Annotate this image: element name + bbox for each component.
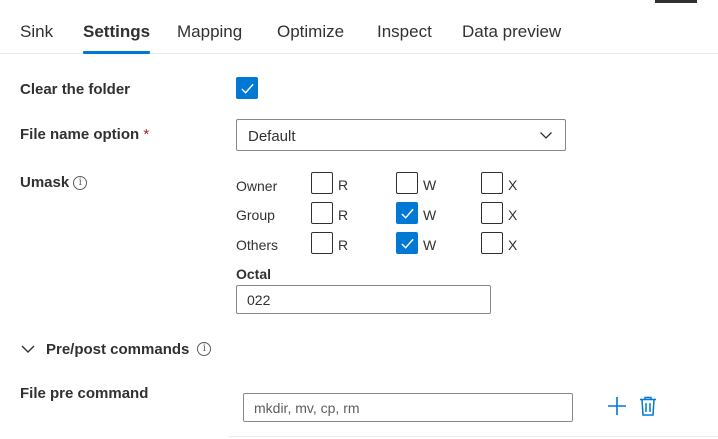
trash-icon[interactable]: [636, 394, 660, 418]
octal-label: Octal: [236, 266, 272, 282]
group-read-letter: R: [338, 207, 349, 223]
chevron-down-icon: [21, 345, 35, 353]
group-write-checkbox[interactable]: [396, 202, 418, 224]
umask-row-owner-label: Owner: [236, 178, 278, 194]
file-name-option-text: File name option: [20, 126, 140, 143]
others-execute-letter: X: [508, 237, 518, 253]
others-read-letter: R: [338, 237, 349, 253]
tab-data-preview[interactable]: Data preview: [462, 22, 561, 42]
octal-input[interactable]: [236, 285, 491, 314]
owner-read-checkbox[interactable]: [311, 172, 333, 194]
owner-write-letter: W: [423, 177, 437, 193]
tab-bar: Sink Settings Mapping Optimize Inspect D…: [0, 0, 718, 54]
file-name-option-label: File name option *: [20, 126, 149, 143]
file-name-option-value: Default: [248, 128, 296, 145]
pre-post-commands-toggle[interactable]: Pre/post commands i: [20, 339, 212, 359]
others-execute-checkbox[interactable]: [481, 232, 503, 254]
group-execute-letter: X: [508, 207, 518, 223]
chevron-down-icon: [540, 132, 552, 139]
group-execute-checkbox[interactable]: [481, 202, 503, 224]
others-write-checkbox[interactable]: [396, 232, 418, 254]
checkmark-icon: [241, 83, 254, 94]
file-name-option-dropdown[interactable]: Default: [236, 119, 566, 151]
others-read-checkbox[interactable]: [311, 232, 333, 254]
tab-settings[interactable]: Settings: [83, 22, 151, 54]
owner-execute-checkbox[interactable]: [481, 172, 503, 194]
clear-folder-checkbox[interactable]: [236, 77, 258, 99]
tab-inspect[interactable]: Inspect: [377, 22, 432, 42]
group-read-checkbox[interactable]: [311, 202, 333, 224]
owner-read-letter: R: [338, 177, 349, 193]
others-write-letter: W: [423, 237, 437, 253]
group-write-letter: W: [423, 207, 437, 223]
info-icon[interactable]: i: [197, 342, 212, 356]
plus-icon[interactable]: [605, 394, 629, 418]
divider: [228, 436, 718, 437]
tab-optimize[interactable]: Optimize: [277, 22, 344, 42]
owner-execute-letter: X: [508, 177, 518, 193]
clear-folder-label: Clear the folder: [20, 81, 131, 98]
required-mark: *: [143, 126, 150, 143]
umask-row-group-label: Group: [236, 207, 275, 223]
pre-post-commands-label: Pre/post commands: [46, 340, 190, 358]
umask-text: Umask: [20, 174, 70, 191]
umask-row-others-label: Others: [236, 237, 279, 253]
umask-label: Umask i: [20, 174, 88, 191]
tab-sink[interactable]: Sink: [20, 22, 53, 42]
owner-write-checkbox[interactable]: [396, 172, 418, 194]
file-pre-command-label: File pre command: [20, 385, 149, 402]
file-pre-command-input[interactable]: [243, 393, 573, 422]
checkmark-icon: [401, 238, 414, 249]
checkmark-icon: [401, 208, 414, 219]
tab-mapping[interactable]: Mapping: [177, 22, 242, 42]
info-icon[interactable]: i: [73, 176, 88, 190]
